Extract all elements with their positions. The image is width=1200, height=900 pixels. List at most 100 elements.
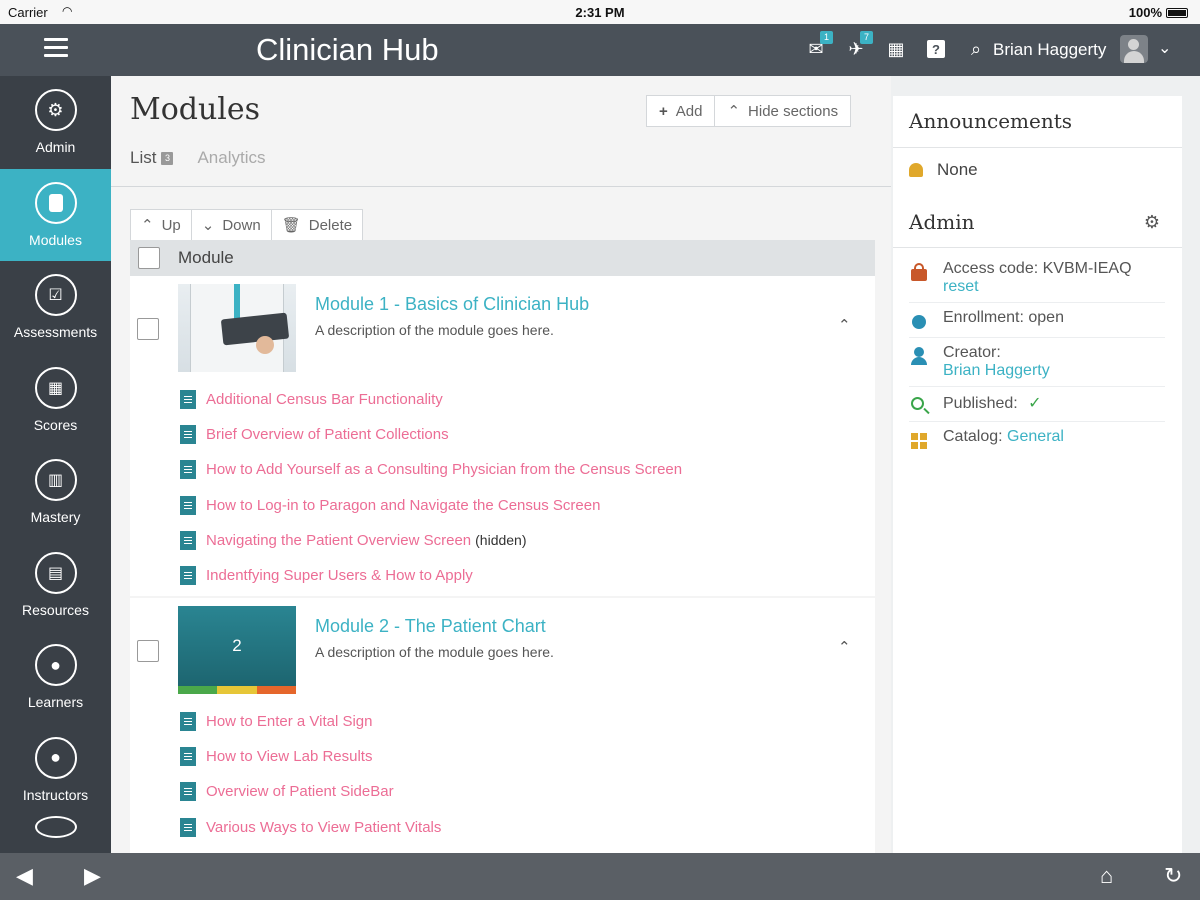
chevron-up-icon: ⌃ [141, 217, 154, 234]
add-button[interactable]: + Add [647, 96, 714, 126]
enrollment-row: Enrollment: open [909, 303, 1165, 338]
battery-percent: 100% [1128, 5, 1162, 20]
select-all-checkbox[interactable] [138, 247, 160, 269]
document-icon [180, 530, 196, 550]
chevron-up-icon: ⌃ [727, 103, 741, 120]
chevron-down-icon[interactable]: ⌄ [1158, 38, 1171, 58]
module-card: 2 Module 2 - The Patient Chart A descrip… [130, 598, 875, 853]
module-thumbnail[interactable] [178, 284, 296, 372]
sidebar-item-resources[interactable]: ▤ Resources [0, 539, 111, 632]
sidebar-item-instructors[interactable]: ● Instructors [0, 724, 111, 817]
module-actions: + Add ⌃ Hide sections [646, 95, 852, 127]
clock: 2:31 PM [575, 5, 625, 20]
lesson-list: Additional Census Bar Functionality Brie… [180, 382, 682, 593]
sidebar-item-label: Scores [33, 416, 78, 433]
sidebar-item-mastery[interactable]: ▥ Mastery [0, 446, 111, 539]
header-icons: ✉ 1 ✈ 7 ▦ ? ⌕ [805, 31, 987, 62]
module-checkbox[interactable] [137, 318, 159, 340]
lesson-link[interactable]: How to Add Yourself as a Consulting Phys… [206, 461, 682, 478]
module-column-header: Module [130, 240, 875, 276]
lesson-link[interactable]: Indentfying Super Users & How to Apply [206, 567, 473, 584]
checklist-icon: ☑ [34, 274, 77, 317]
sidebar-item-admin[interactable]: ⚙ Admin [0, 76, 111, 169]
lesson-link[interactable]: Various Ways to View Patient Vitals [206, 819, 441, 836]
module-checkbox[interactable] [137, 640, 159, 662]
chevron-up-icon[interactable]: ⌃ [838, 316, 851, 334]
list-item: How to Log-in to Paragon and Navigate th… [180, 488, 682, 523]
app-header: Clinician Hub ✉ 1 ✈ 7 ▦ ? ⌕ Brian Hagger… [0, 24, 1200, 76]
back-arrow-icon[interactable]: ◀ [16, 863, 33, 889]
user-name[interactable]: Brian Haggerty [993, 40, 1106, 60]
document-icon [180, 747, 196, 767]
creator-link[interactable]: Brian Haggerty [943, 362, 1050, 380]
inbox-icon[interactable]: ✉ 1 [805, 31, 833, 62]
help-icon[interactable]: ? [925, 36, 947, 62]
sidebar-item-more[interactable] [0, 816, 111, 846]
reset-link[interactable]: reset [943, 278, 1132, 296]
gear-icon[interactable]: ⚙ [1144, 212, 1160, 233]
more-icon [34, 816, 77, 838]
module-header: Module 1 - Basics of Clinician Hub A des… [130, 276, 875, 376]
document-icon [180, 817, 196, 837]
library-icon: ▤ [34, 551, 77, 594]
catalog-link[interactable]: General [1007, 428, 1064, 445]
search-icon[interactable]: ⌕ [965, 36, 987, 62]
module-description: A description of the module goes here. [315, 322, 554, 338]
alerts-badge: 7 [860, 31, 873, 44]
chevron-down-icon: ⌄ [201, 217, 215, 234]
lesson-link[interactable]: Navigating the Patient Overview Screen [206, 532, 471, 549]
delete-button[interactable]: 🗑 Delete [270, 210, 362, 240]
forward-arrow-icon[interactable]: ▶ [84, 863, 101, 889]
calendar-icon[interactable]: ▦ [885, 36, 907, 62]
lesson-link[interactable]: How to View Lab Results [206, 748, 372, 765]
sidebar-item-label: Mastery [30, 509, 81, 526]
sidebar-item-label: Assessments [13, 324, 98, 341]
chevron-up-icon[interactable]: ⌃ [838, 638, 851, 656]
avatar[interactable] [1120, 35, 1148, 63]
sidebar-item-scores[interactable]: ▦ Scores [0, 354, 111, 447]
lesson-link[interactable]: How to Log-in to Paragon and Navigate th… [206, 497, 600, 514]
column-label-module: Module [178, 248, 234, 267]
trash-icon: 🗑 [281, 217, 301, 234]
creator-label: Creator: [943, 344, 1001, 361]
person-icon [909, 346, 929, 366]
sidebar-item-modules[interactable]: Modules [0, 168, 111, 261]
tab-analytics[interactable]: Analytics [197, 148, 265, 168]
lesson-link[interactable]: Additional Census Bar Functionality [206, 391, 443, 408]
alerts-icon[interactable]: ✈ 7 [845, 31, 873, 62]
module-book-icon [34, 181, 77, 224]
lesson-link[interactable]: Overview of Patient SideBar [206, 783, 394, 800]
list-item: How to Enter a Vital Sign [180, 704, 441, 739]
module-thumbnail[interactable]: 2 [178, 606, 296, 694]
checkmark-icon: ✓ [1028, 395, 1042, 412]
catalog-label: Catalog: [943, 428, 1003, 445]
list-item: Brief Overview of Patient Collections [180, 417, 682, 452]
module-title-link[interactable]: Module 2 - The Patient Chart [315, 616, 546, 637]
list-count-badge: 3 [161, 151, 174, 165]
hamburger-menu-icon[interactable] [44, 38, 68, 58]
move-up-button[interactable]: ⌃ Up [131, 210, 191, 240]
app-title: Clinician Hub [256, 32, 439, 67]
sidebar-item-learners[interactable]: ● Learners [0, 631, 111, 724]
home-icon[interactable]: ⌂ [1100, 863, 1113, 889]
module-card: Module 1 - Basics of Clinician Hub A des… [130, 276, 875, 596]
document-icon [180, 782, 196, 802]
move-down-button[interactable]: ⌄ Down [190, 210, 271, 240]
module-title-link[interactable]: Module 1 - Basics of Clinician Hub [315, 294, 589, 315]
module-description: A description of the module goes here. [315, 644, 554, 660]
refresh-icon[interactable]: ↻ [1164, 863, 1182, 889]
device-status-bar: Carrier ◠ 2:31 PM 100% [0, 0, 1200, 24]
tabs-divider [111, 186, 891, 187]
lesson-link[interactable]: How to Enter a Vital Sign [206, 713, 372, 730]
lesson-link[interactable]: Brief Overview of Patient Collections [206, 426, 449, 443]
tab-list[interactable]: List 3 [130, 148, 174, 168]
sidebar-item-label: Instructors [22, 786, 89, 803]
magnifier-icon [909, 395, 929, 415]
list-item: Additional Census Bar Functionality [180, 382, 682, 417]
bar-chart-icon: ▥ [34, 459, 77, 502]
catalog-row: Catalog: General [909, 422, 1165, 456]
bell-icon [909, 163, 923, 177]
lock-icon [909, 262, 929, 282]
sidebar-item-assessments[interactable]: ☑ Assessments [0, 261, 111, 354]
hide-sections-button[interactable]: ⌃ Hide sections [714, 96, 850, 126]
